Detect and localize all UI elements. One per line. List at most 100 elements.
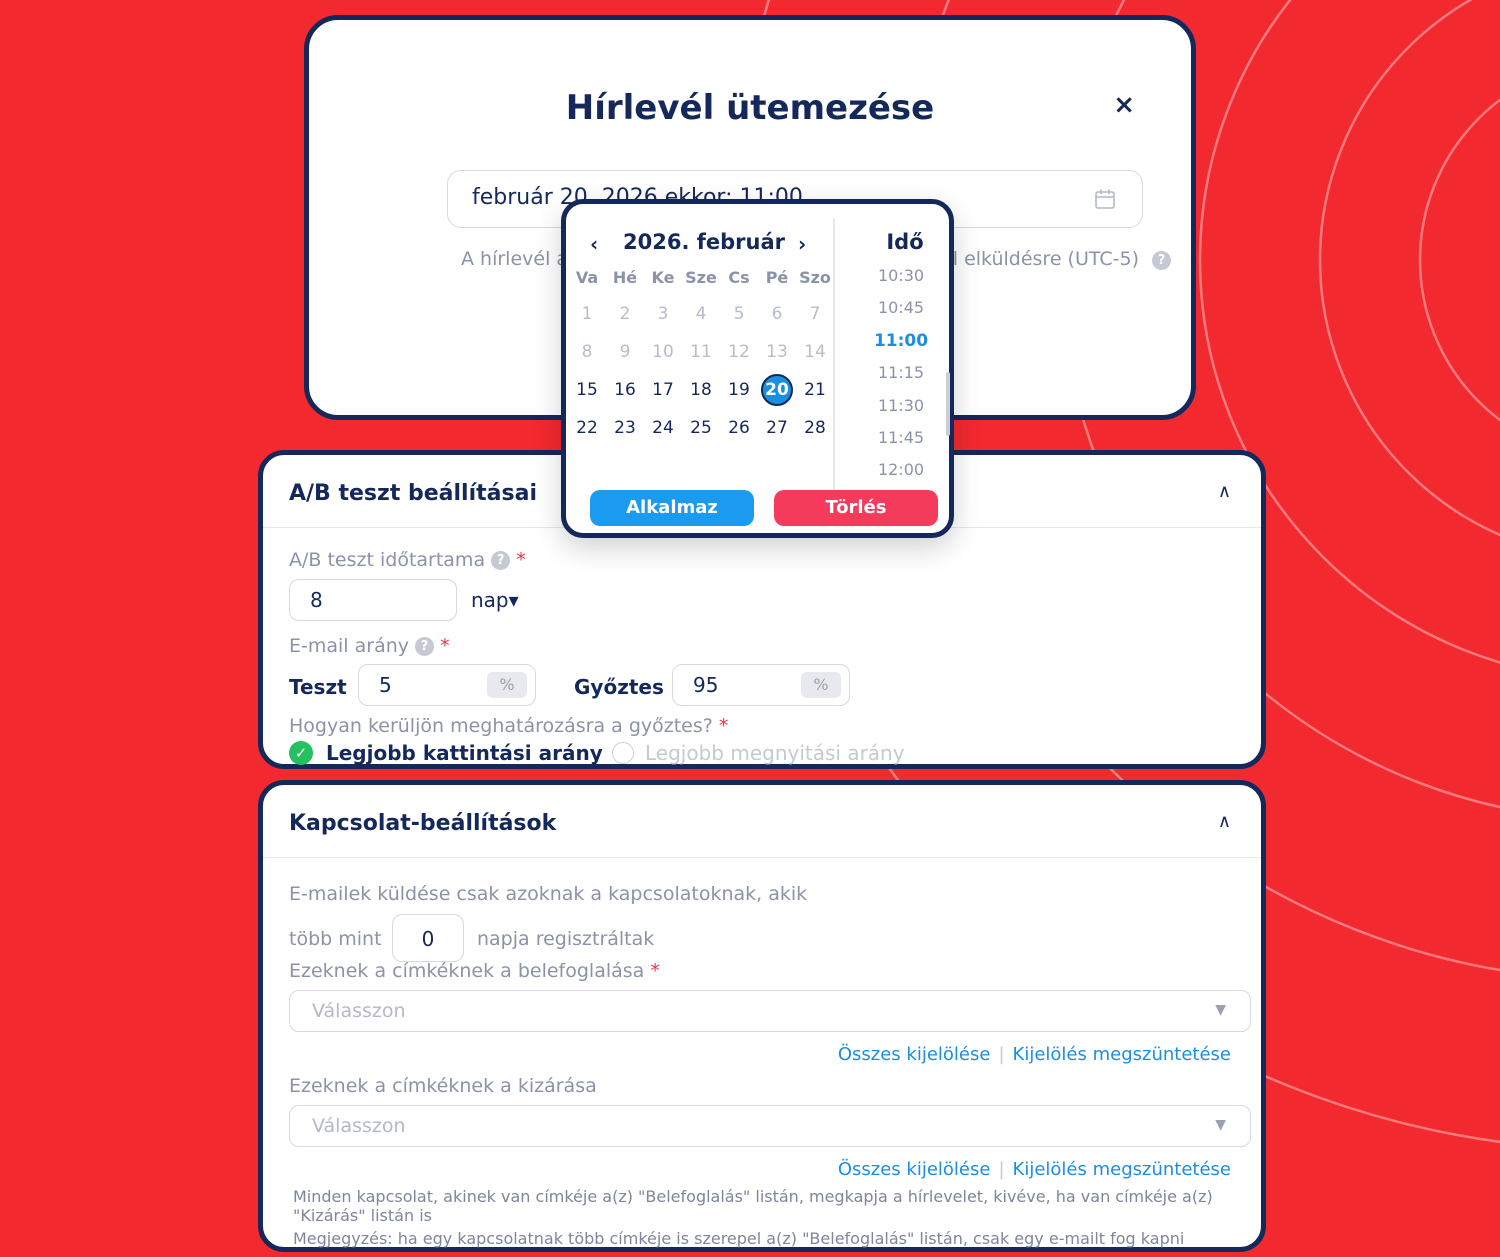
label-text: E-mail arány [289, 635, 409, 657]
time-column-title: Idő [886, 230, 924, 254]
calendar-day-selected[interactable]: 20 [758, 374, 796, 406]
calendar-day: 1 [581, 304, 593, 324]
registered-days-input[interactable]: 0 [392, 914, 464, 962]
weekday-header: Ke [651, 268, 675, 287]
radio-unchecked-icon[interactable] [612, 742, 634, 764]
calendar-day: 14 [804, 342, 826, 362]
section-title: Kapcsolat-beállítások [289, 811, 557, 836]
include-select-links: Összes kijelölése | Kijelölés megszüntetés… [838, 1044, 1231, 1065]
calendar-day: 7 [809, 304, 821, 324]
exclude-tags-select[interactable]: Válasszon ▼ [289, 1105, 1251, 1147]
calendar-day: 4 [695, 304, 707, 324]
required-mark: * [650, 960, 660, 982]
calendar-grid: Va Hé Ke Sze Cs Pé Szo 1 2 3 4 5 6 7 8 9 10 11 12 13 14 15 16 1… [566, 204, 836, 504]
time-option[interactable]: 10:30 [834, 266, 968, 285]
deselect-all-link[interactable]: Kijelölés megszüntetése [1013, 1044, 1231, 1065]
caret-down-icon: ▼ [1215, 1117, 1226, 1133]
ab-duration-input[interactable]: 8 [289, 579, 457, 621]
required-mark: * [718, 715, 729, 737]
select-all-link[interactable]: Összes kijelölése [838, 1044, 991, 1065]
help-icon[interactable]: ? [1152, 251, 1171, 270]
help-icon[interactable]: ? [491, 551, 511, 570]
calendar-day: 6 [771, 304, 783, 324]
radio-checked-icon[interactable]: ✓ [289, 741, 313, 765]
modal-title: Hírlevél ütemezése [565, 88, 935, 128]
calendar-day[interactable]: 24 [644, 412, 682, 444]
include-tags-select[interactable]: Válasszon ▼ [289, 990, 1251, 1032]
test-label: Teszt [289, 675, 347, 699]
weekday-header: Cs [728, 268, 750, 287]
ab-duration-value: 8 [310, 588, 323, 612]
calendar-day[interactable]: 23 [606, 412, 644, 444]
time-option[interactable]: 12:00 [834, 460, 968, 479]
time-option[interactable]: 10:45 [834, 298, 968, 317]
registered-days-value: 0 [421, 927, 435, 951]
test-percent-input[interactable]: 5 % [358, 664, 536, 706]
calendar-day: 12 [728, 342, 750, 362]
winner-percent-input[interactable]: 95 % [672, 664, 850, 706]
contact-settings-section: Kapcsolat-beállítások ∧ E-mailek küldése… [258, 780, 1266, 1252]
duration-unit-select[interactable]: nap▾ [471, 588, 519, 612]
tags-duplicate-note: Megjegyzés: ha egy kapcsolatnak több cím… [293, 1229, 1185, 1248]
contact-settings-header[interactable]: Kapcsolat-beállítások ∧ [263, 785, 1261, 858]
weekday-header: Hé [612, 268, 638, 287]
time-option-selected[interactable]: 11:00 [834, 331, 968, 351]
timezone-hint-left: A hírlevél a [461, 248, 569, 270]
include-tags-label: Ezeknek a címkéknek a belefoglalása * [289, 960, 660, 982]
calendar-day[interactable]: 19 [720, 374, 758, 406]
chevron-up-icon[interactable]: ∧ [1218, 481, 1231, 502]
more-than-text: több mint [289, 928, 382, 950]
calendar-day: 8 [581, 342, 593, 362]
percent-addon: % [801, 672, 841, 698]
select-placeholder: Válasszon [312, 1000, 406, 1022]
calendar-day: 5 [733, 304, 745, 324]
link-separator: | [998, 1159, 1005, 1180]
close-icon[interactable]: × [1113, 92, 1135, 118]
winner-question-label: Hogyan kerüljön meghatározásra a győztes… [289, 715, 728, 737]
calendar-day: 3 [657, 304, 669, 324]
required-mark: * [516, 549, 526, 571]
section-title: A/B teszt beállításai [289, 481, 537, 506]
days-suffix-text: napja regisztráltak [477, 928, 655, 950]
calendar-day[interactable]: 27 [758, 412, 796, 444]
calendar-day[interactable]: 18 [682, 374, 720, 406]
percent-addon: % [487, 672, 527, 698]
help-icon[interactable]: ? [415, 637, 435, 656]
winner-percent-value: 95 [693, 673, 719, 697]
select-placeholder: Válasszon [312, 1115, 406, 1137]
send-condition-text: E-mailek küldése csak azoknak a kapcsola… [289, 883, 808, 905]
calendar-day[interactable]: 22 [568, 412, 606, 444]
calendar-day[interactable]: 28 [796, 412, 834, 444]
time-scrollbar[interactable] [946, 372, 950, 436]
calendar-icon[interactable] [1094, 188, 1116, 210]
deselect-all-link[interactable]: Kijelölés megszüntetése [1013, 1159, 1231, 1180]
option-best-click-rate[interactable]: Legjobb kattintási arány [326, 741, 603, 765]
calendar-day[interactable]: 26 [720, 412, 758, 444]
option-best-open-rate[interactable]: Legjobb megnyitási arány [645, 741, 905, 765]
test-percent-value: 5 [379, 673, 392, 697]
date-time-picker: ‹ 2026. február › Va Hé Ke Sze Cs Pé Szo 1 2 3 4 5 6… [561, 199, 954, 538]
weekday-header: Pé [765, 268, 789, 287]
calendar-day: 9 [619, 342, 631, 362]
calendar-day[interactable]: 17 [644, 374, 682, 406]
tags-explanation-note: Minden kapcsolat, akinek van címkéje a(z… [293, 1187, 1213, 1225]
chevron-up-icon[interactable]: ∧ [1218, 811, 1231, 832]
select-all-link[interactable]: Összes kijelölése [838, 1159, 991, 1180]
caret-down-icon: ▼ [1215, 1002, 1226, 1018]
calendar-day: 11 [690, 342, 712, 362]
exclude-select-links: Összes kijelölése | Kijelölés megszüntetés… [838, 1159, 1231, 1180]
label-text: Hogyan kerüljön meghatározásra a győztes… [289, 715, 713, 737]
calendar-day[interactable]: 16 [606, 374, 644, 406]
ab-duration-label: A/B teszt időtartama ? * [289, 549, 526, 571]
required-mark: * [440, 635, 450, 657]
link-separator: | [998, 1044, 1005, 1065]
weekday-header: Sze [685, 268, 717, 287]
weekday-header: Va [575, 268, 599, 287]
calendar-day[interactable]: 15 [568, 374, 606, 406]
calendar-day[interactable]: 25 [682, 412, 720, 444]
weekday-header: Szo [799, 268, 831, 287]
calendar-day: 2 [619, 304, 631, 324]
label-text: A/B teszt időtartama [289, 549, 486, 571]
label-text: Ezeknek a címkéknek a belefoglalása [289, 960, 645, 982]
calendar-day[interactable]: 21 [796, 374, 834, 406]
